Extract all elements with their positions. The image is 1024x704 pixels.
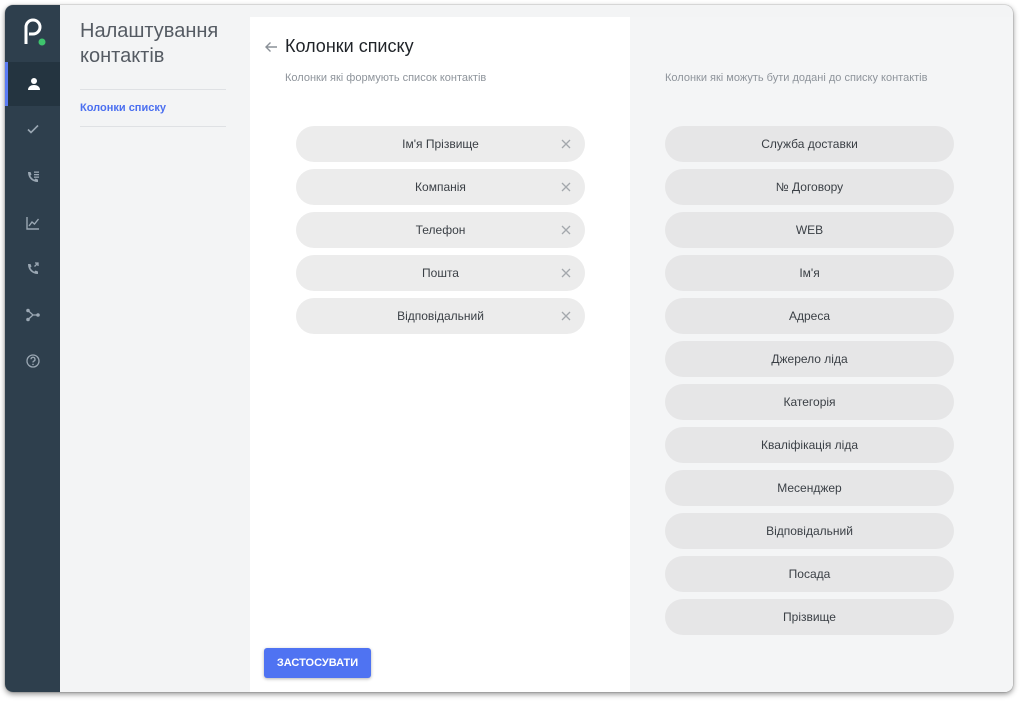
selected-columns-panel: Колонки списку Колонки які формують спис… [250,17,630,692]
divider [80,89,226,90]
rail-item-flows[interactable] [5,293,60,337]
rail-item-tasks[interactable] [5,107,60,151]
available-column-chip[interactable]: Кваліфікація ліда [665,427,954,463]
selected-column-chip: Відповідальний [296,298,585,334]
chip-label: Посада [788,567,831,581]
close-icon[interactable] [559,137,573,151]
chip-label: Адреса [788,309,831,323]
available-column-chip[interactable]: Месенджер [665,470,954,506]
selected-column-chip: Компанія [296,169,585,205]
close-icon[interactable] [559,309,573,323]
rail-item-calls[interactable] [5,247,60,291]
chip-label: Джерело ліда [771,352,848,366]
app-window: Налаштування контактів Колонки списку Ко… [5,5,1013,692]
chip-label: Кваліфікація ліда [760,438,858,452]
available-column-chip[interactable]: № Договору [665,169,954,205]
available-column-chip[interactable]: WEB [665,212,954,248]
call-list-icon [27,171,39,182]
chip-label: № Договору [775,180,844,194]
chip-label: Телефон [415,223,466,237]
divider [80,126,226,127]
settings-sidebar: Налаштування контактів Колонки списку [60,5,245,692]
available-columns-panel: Колонки які можуть бути додані до списку… [630,17,1013,692]
chip-label: Відповідальний [766,524,853,538]
chip-label: Служба доставки [761,137,858,151]
chip-label: Ім'я [799,266,820,280]
close-icon[interactable] [559,180,573,194]
available-column-chip[interactable]: Служба доставки [665,126,954,162]
available-column-chip[interactable]: Ім'я [665,255,954,291]
available-column-chip[interactable]: Прізвище [665,599,954,635]
help-icon [25,354,40,368]
icon-rail [5,5,60,692]
logo-icon[interactable] [20,18,48,48]
check-icon [26,124,39,134]
chip-label: Відповідальний [397,309,484,323]
available-column-chip[interactable]: Адреса [665,298,954,334]
chip-label: Компанія [415,180,466,194]
apply-button[interactable]: ЗАСТОСУВАТИ [264,648,371,678]
chip-label: Категорія [783,395,836,409]
flow-icon [25,308,40,322]
contacts-icon [28,78,40,90]
selected-column-chip: Телефон [296,212,585,248]
phone-icon [27,262,39,274]
available-column-chip[interactable]: Категорія [665,384,954,420]
rail-item-help[interactable] [5,339,60,383]
rail-item-analytics[interactable] [5,201,60,245]
panel-title: Колонки списку [285,36,414,56]
available-column-chip[interactable]: Посада [665,556,954,592]
selected-column-chip: Пошта [296,255,585,291]
chart-icon [25,217,39,230]
rail-item-contacts[interactable] [5,62,60,106]
available-columns-subtitle: Колонки які можуть бути додані до списку… [665,72,928,84]
rail-item-call-list[interactable] [5,155,60,199]
close-icon[interactable] [559,266,573,280]
available-column-chip[interactable]: Відповідальний [665,513,954,549]
chip-label: Пошта [422,266,459,280]
chip-label: Прізвище [783,610,836,624]
sidebar-item-list-columns[interactable]: Колонки списку [80,102,166,114]
back-arrow-icon[interactable] [264,40,278,54]
selected-column-chip: Ім'я Прізвище [296,126,585,162]
close-icon[interactable] [559,223,573,237]
chip-label: Месенджер [777,481,842,495]
chip-label: WEB [795,223,824,237]
page-title: Налаштування контактів [80,20,219,67]
available-column-chip[interactable]: Джерело ліда [665,341,954,377]
selected-columns-subtitle: Колонки які формують список контактів [285,72,487,84]
chip-label: Ім'я Прізвище [402,137,479,151]
